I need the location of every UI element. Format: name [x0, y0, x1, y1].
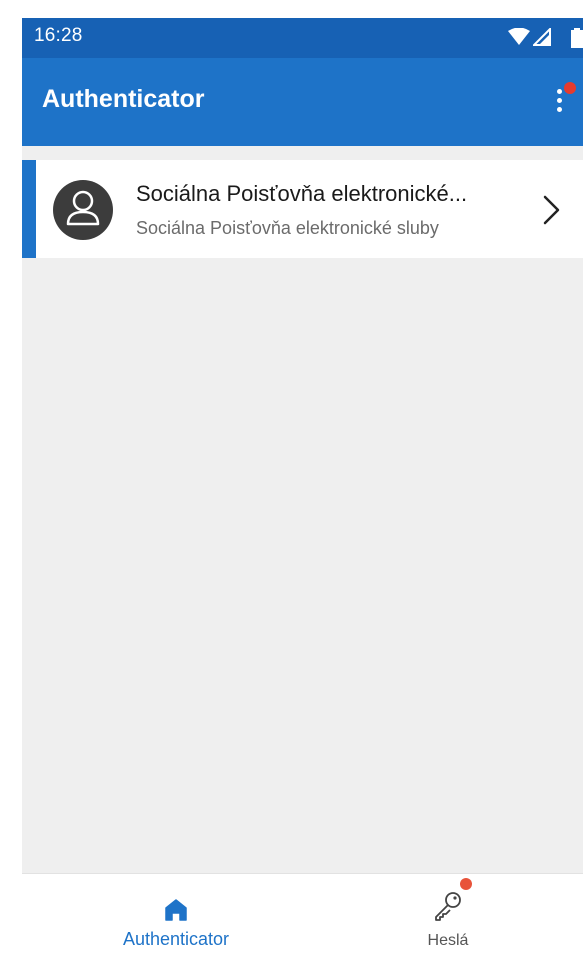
selected-accent-bar: [22, 160, 36, 258]
person-icon: [66, 190, 100, 226]
more-vertical-icon-dot-2: [557, 98, 562, 103]
account-list-item[interactable]: Sociálna Poisťovňa elektronické... Sociá…: [22, 160, 583, 258]
account-subtitle: Sociálna Poisťovňa elektronické sluby: [136, 218, 439, 238]
chevron-right-icon: [543, 195, 560, 225]
passwords-badge: [460, 878, 472, 890]
account-name: Sociálna Poisťovňa elektronické...: [136, 181, 468, 206]
home-icon: [165, 899, 187, 921]
notification-badge: [564, 82, 576, 94]
status-time: 16:28: [34, 25, 83, 46]
nav-item-authenticator[interactable]: Authenticator: [76, 874, 276, 953]
more-vertical-icon-dot-3: [557, 107, 562, 112]
status-bar: 16:28: [22, 18, 583, 58]
avatar: [53, 180, 113, 240]
app-bar: Authenticator: [22, 58, 583, 146]
key-icon: [435, 892, 461, 921]
nav-item-passwords[interactable]: Heslá: [348, 874, 548, 953]
bottom-navigation: Authenticator Heslá: [22, 873, 583, 953]
app-title: Authenticator: [42, 85, 205, 113]
wifi-icon: [508, 28, 530, 45]
nav-label-authenticator: Authenticator: [122, 929, 230, 949]
screen: 16:28 Authenticator Sociálna Poisťovňa e…: [22, 18, 583, 953]
signal-icon: [533, 28, 551, 46]
more-vertical-icon: [557, 89, 562, 94]
battery-icon: [571, 28, 583, 48]
more-options-button[interactable]: [535, 76, 583, 128]
nav-label-passwords: Heslá: [427, 932, 469, 949]
